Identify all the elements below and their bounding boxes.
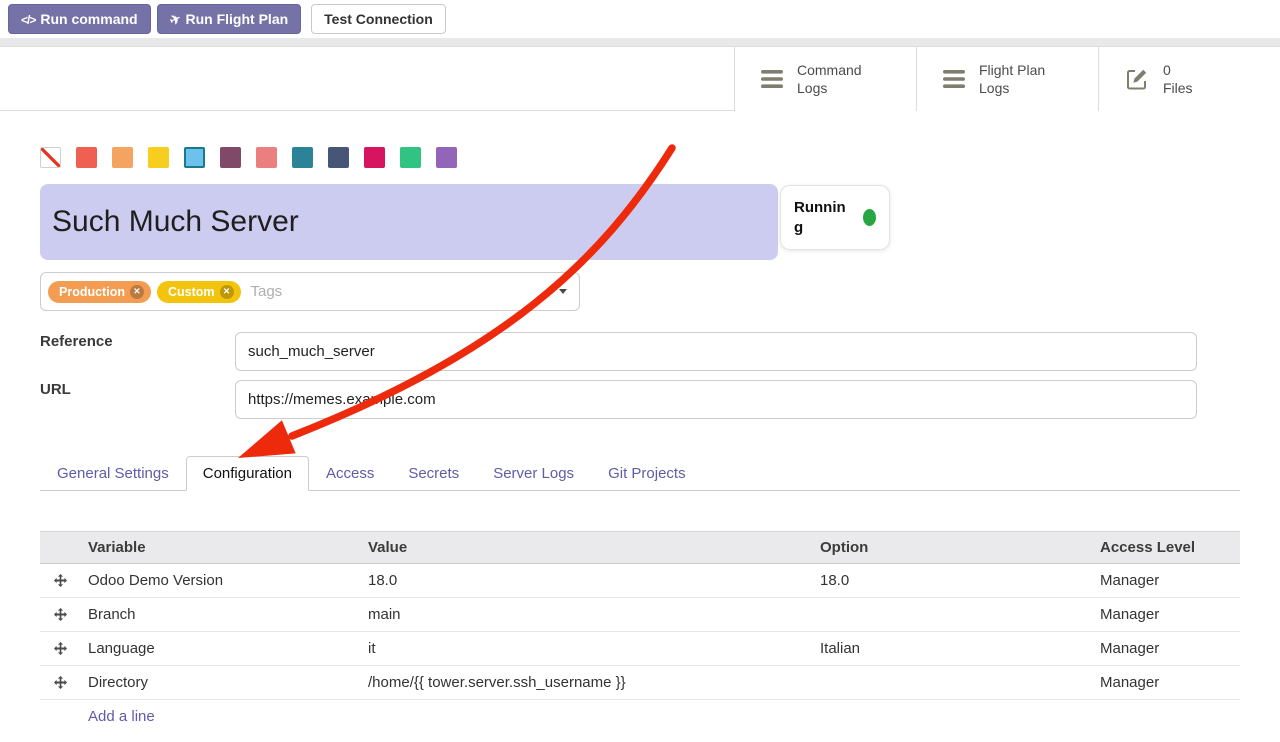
color-swatch-2[interactable] bbox=[112, 147, 133, 168]
cell-option[interactable]: Italian bbox=[812, 640, 1092, 657]
color-swatch-9[interactable] bbox=[364, 147, 385, 168]
cell-value[interactable]: it bbox=[360, 640, 812, 657]
color-swatch-5[interactable] bbox=[220, 147, 241, 168]
drag-handle-icon[interactable] bbox=[40, 642, 80, 655]
col-value: Value bbox=[360, 539, 812, 556]
url-input[interactable] bbox=[235, 380, 1197, 419]
tab-configuration[interactable]: Configuration bbox=[186, 456, 309, 491]
stat-label: Command Logs bbox=[797, 61, 862, 97]
server-name-input[interactable] bbox=[40, 184, 778, 260]
cell-variable[interactable]: Directory bbox=[80, 674, 360, 691]
cell-value[interactable]: 18.0 bbox=[360, 572, 812, 589]
status-badge[interactable]: Running bbox=[780, 185, 890, 250]
stat-button-area: Command Logs Flight Plan Logs bbox=[734, 47, 1280, 111]
table-row[interactable]: Language it Italian Manager bbox=[40, 632, 1240, 666]
tab-general-settings[interactable]: General Settings bbox=[40, 456, 186, 491]
table-header-row: Variable Value Option Access Level bbox=[40, 531, 1240, 564]
server-form-page: Run command Run Flight Plan Test Connect… bbox=[0, 0, 1280, 742]
url-label: URL bbox=[40, 381, 71, 398]
color-swatch-4[interactable] bbox=[184, 147, 205, 168]
tag-label: Production bbox=[59, 285, 125, 299]
add-line-row: Add a line bbox=[40, 700, 1240, 733]
menu-icon bbox=[943, 70, 965, 88]
tags-field[interactable]: Production Custom Tags bbox=[40, 272, 580, 311]
tag-remove-icon[interactable] bbox=[220, 285, 234, 299]
top-toolbar: Run command Run Flight Plan Test Connect… bbox=[0, 0, 1280, 38]
stat-button-flight-plan-logs[interactable]: Flight Plan Logs bbox=[916, 47, 1098, 111]
cell-value[interactable]: main bbox=[360, 606, 812, 623]
stat-button-files[interactable]: 0 Files bbox=[1098, 47, 1280, 111]
divider-strip bbox=[0, 38, 1280, 47]
stat-label: Flight Plan Logs bbox=[979, 61, 1045, 97]
run-command-label: Run command bbox=[40, 11, 137, 27]
cell-access[interactable]: Manager bbox=[1092, 606, 1240, 623]
col-option: Option bbox=[812, 539, 1092, 556]
drag-handle-icon[interactable] bbox=[40, 676, 80, 689]
drag-handle-icon[interactable] bbox=[40, 608, 80, 621]
cell-option[interactable]: 18.0 bbox=[812, 572, 1092, 589]
color-swatch-1[interactable] bbox=[76, 147, 97, 168]
tab-secrets[interactable]: Secrets bbox=[391, 456, 476, 491]
tag[interactable]: Production bbox=[48, 281, 151, 303]
cell-variable[interactable]: Language bbox=[80, 640, 360, 657]
menu-icon bbox=[761, 70, 783, 88]
drag-handle-icon[interactable] bbox=[40, 574, 80, 587]
col-access-level: Access Level bbox=[1092, 539, 1240, 556]
stat-label: 0 Files bbox=[1163, 61, 1193, 97]
test-connection-button[interactable]: Test Connection bbox=[311, 4, 446, 34]
color-palette bbox=[40, 147, 457, 168]
edit-icon bbox=[1125, 67, 1149, 91]
color-swatch-11[interactable] bbox=[436, 147, 457, 168]
run-command-button[interactable]: Run command bbox=[8, 4, 151, 34]
color-swatch-8[interactable] bbox=[328, 147, 349, 168]
cell-access[interactable]: Manager bbox=[1092, 674, 1240, 691]
color-swatch-7[interactable] bbox=[292, 147, 313, 168]
color-swatch-3[interactable] bbox=[148, 147, 169, 168]
tag-label: Custom bbox=[168, 285, 215, 299]
reference-input[interactable] bbox=[235, 332, 1197, 371]
table-row[interactable]: Branch main Manager bbox=[40, 598, 1240, 632]
run-flight-plan-button[interactable]: Run Flight Plan bbox=[157, 4, 302, 34]
configuration-table: Variable Value Option Access Level Odoo … bbox=[40, 531, 1240, 733]
color-swatch-10[interactable] bbox=[400, 147, 421, 168]
test-connection-label: Test Connection bbox=[324, 11, 433, 27]
run-flight-plan-label: Run Flight Plan bbox=[186, 11, 289, 27]
cell-access[interactable]: Manager bbox=[1092, 640, 1240, 657]
table-row[interactable]: Odoo Demo Version 18.0 18.0 Manager bbox=[40, 564, 1240, 598]
table-row[interactable]: Directory /home/{{ tower.server.ssh_user… bbox=[40, 666, 1240, 700]
tab-server-logs[interactable]: Server Logs bbox=[476, 456, 591, 491]
status-green-dot bbox=[863, 209, 876, 226]
notebook-tabs: General Settings Configuration Access Se… bbox=[40, 455, 1240, 491]
color-swatch-6[interactable] bbox=[256, 147, 277, 168]
dropdown-caret-icon[interactable] bbox=[559, 289, 567, 294]
stat-button-command-logs[interactable]: Command Logs bbox=[734, 47, 916, 111]
col-variable: Variable bbox=[80, 539, 360, 556]
tab-git-projects[interactable]: Git Projects bbox=[591, 456, 703, 491]
add-a-line-link[interactable]: Add a line bbox=[88, 708, 155, 725]
code-icon bbox=[21, 11, 35, 27]
tags-placeholder: Tags bbox=[251, 283, 283, 300]
cell-value[interactable]: /home/{{ tower.server.ssh_username }} bbox=[360, 674, 812, 691]
cell-variable[interactable]: Odoo Demo Version bbox=[80, 572, 360, 589]
cell-variable[interactable]: Branch bbox=[80, 606, 360, 623]
tab-access[interactable]: Access bbox=[309, 456, 391, 491]
status-label: Running bbox=[794, 198, 850, 237]
tag[interactable]: Custom bbox=[157, 281, 241, 303]
color-swatch-0[interactable] bbox=[40, 147, 61, 168]
tag-remove-icon[interactable] bbox=[130, 285, 144, 299]
plane-icon bbox=[170, 11, 181, 28]
reference-label: Reference bbox=[40, 333, 113, 350]
form-header: Command Logs Flight Plan Logs bbox=[0, 47, 1280, 111]
cell-access[interactable]: Manager bbox=[1092, 572, 1240, 589]
